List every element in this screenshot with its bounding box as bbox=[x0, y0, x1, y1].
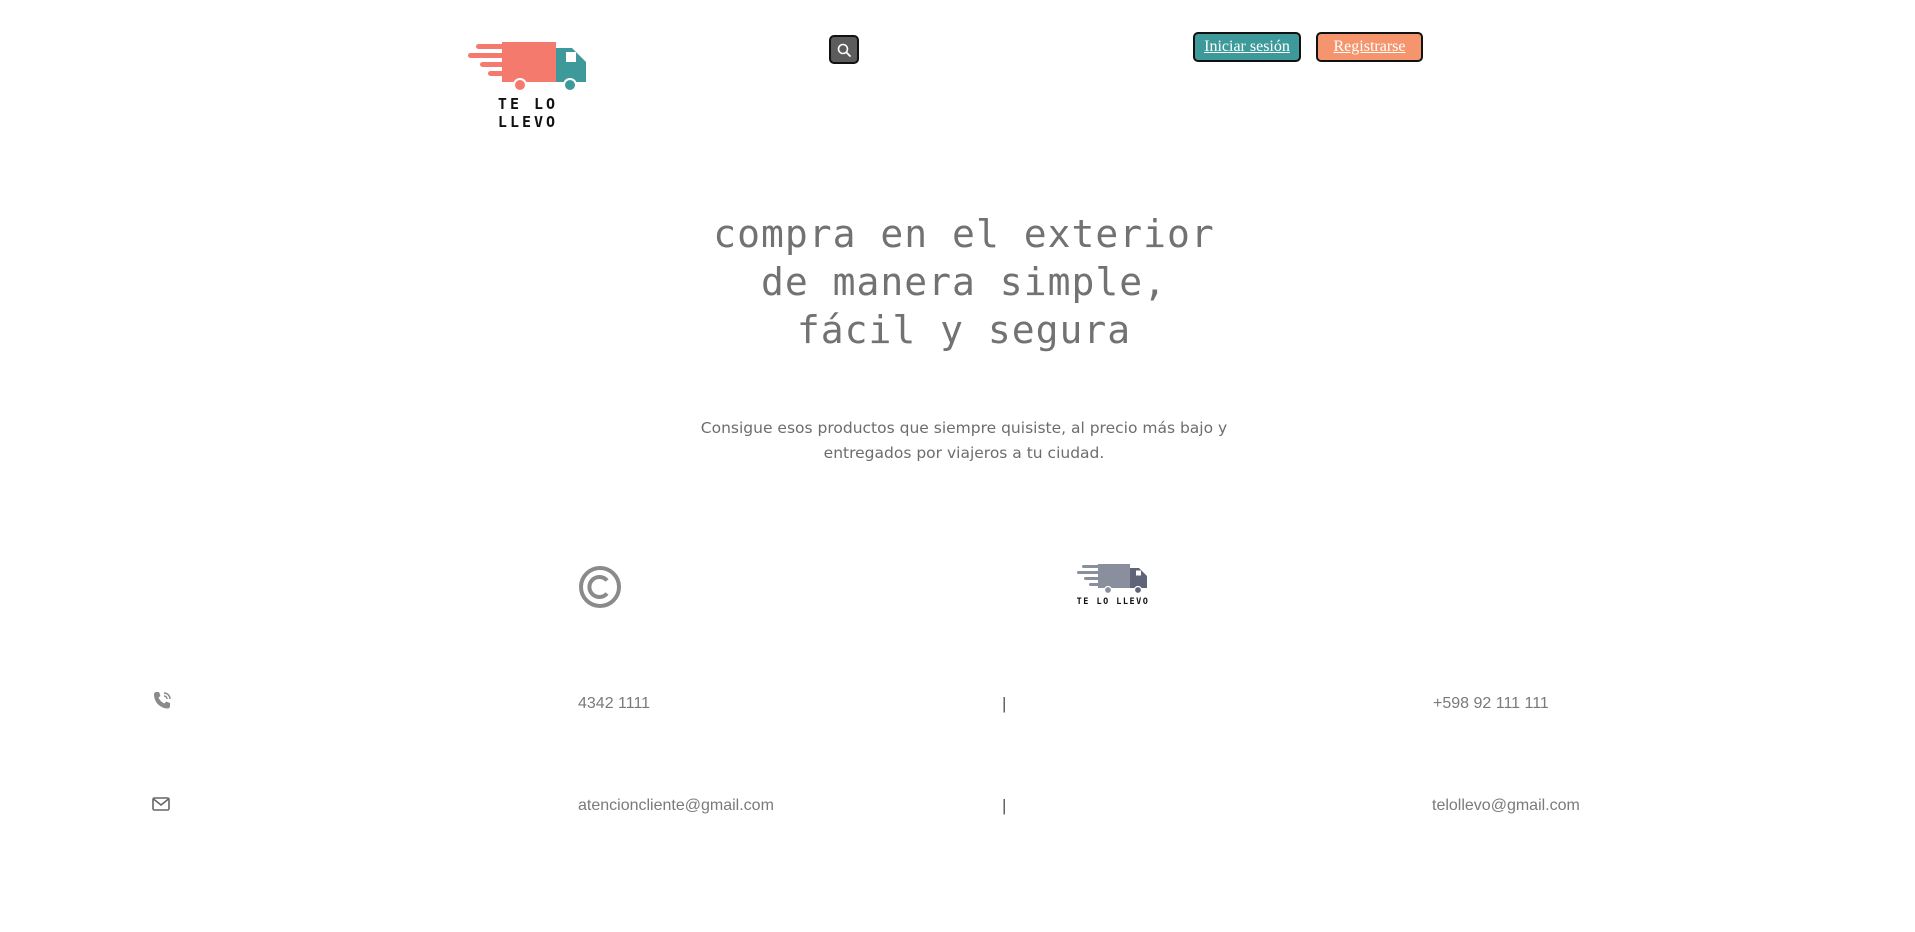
page: TE LO LLEVO Iniciar sesión Registrarse c… bbox=[0, 0, 1915, 932]
hero-title: compra en el exterior de manera simple, … bbox=[713, 212, 1215, 352]
phone-number-mobile: +598 92 111 111 bbox=[1433, 695, 1549, 712]
phone-icon bbox=[151, 690, 173, 712]
footer-logo-text: TE LO LLEVO bbox=[1076, 597, 1150, 607]
email-general[interactable]: telollevo@gmail.com bbox=[1432, 797, 1580, 815]
search-button[interactable] bbox=[829, 35, 859, 64]
separator: | bbox=[1002, 694, 1007, 713]
logo-text: TE LO LLEVO bbox=[497, 95, 559, 131]
search-icon bbox=[837, 43, 851, 57]
email-icon bbox=[151, 794, 173, 816]
truck-logo-icon bbox=[468, 42, 586, 92]
site-logo[interactable]: TE LO LLEVO bbox=[462, 38, 594, 131]
copyright-icon bbox=[578, 565, 622, 609]
phone-number-primary: 4342 1111 bbox=[578, 695, 651, 712]
login-button[interactable]: Iniciar sesión bbox=[1193, 32, 1301, 62]
truck-logo-icon bbox=[1077, 564, 1147, 595]
separator: | bbox=[1002, 796, 1007, 815]
register-button[interactable]: Registrarse bbox=[1316, 32, 1423, 62]
footer-logo[interactable]: TE LO LLEVO bbox=[1074, 562, 1152, 608]
hero-subtitle: Consigue esos productos que siempre quis… bbox=[700, 419, 1228, 462]
email-support[interactable]: atencioncliente@gmail.com bbox=[578, 797, 774, 815]
